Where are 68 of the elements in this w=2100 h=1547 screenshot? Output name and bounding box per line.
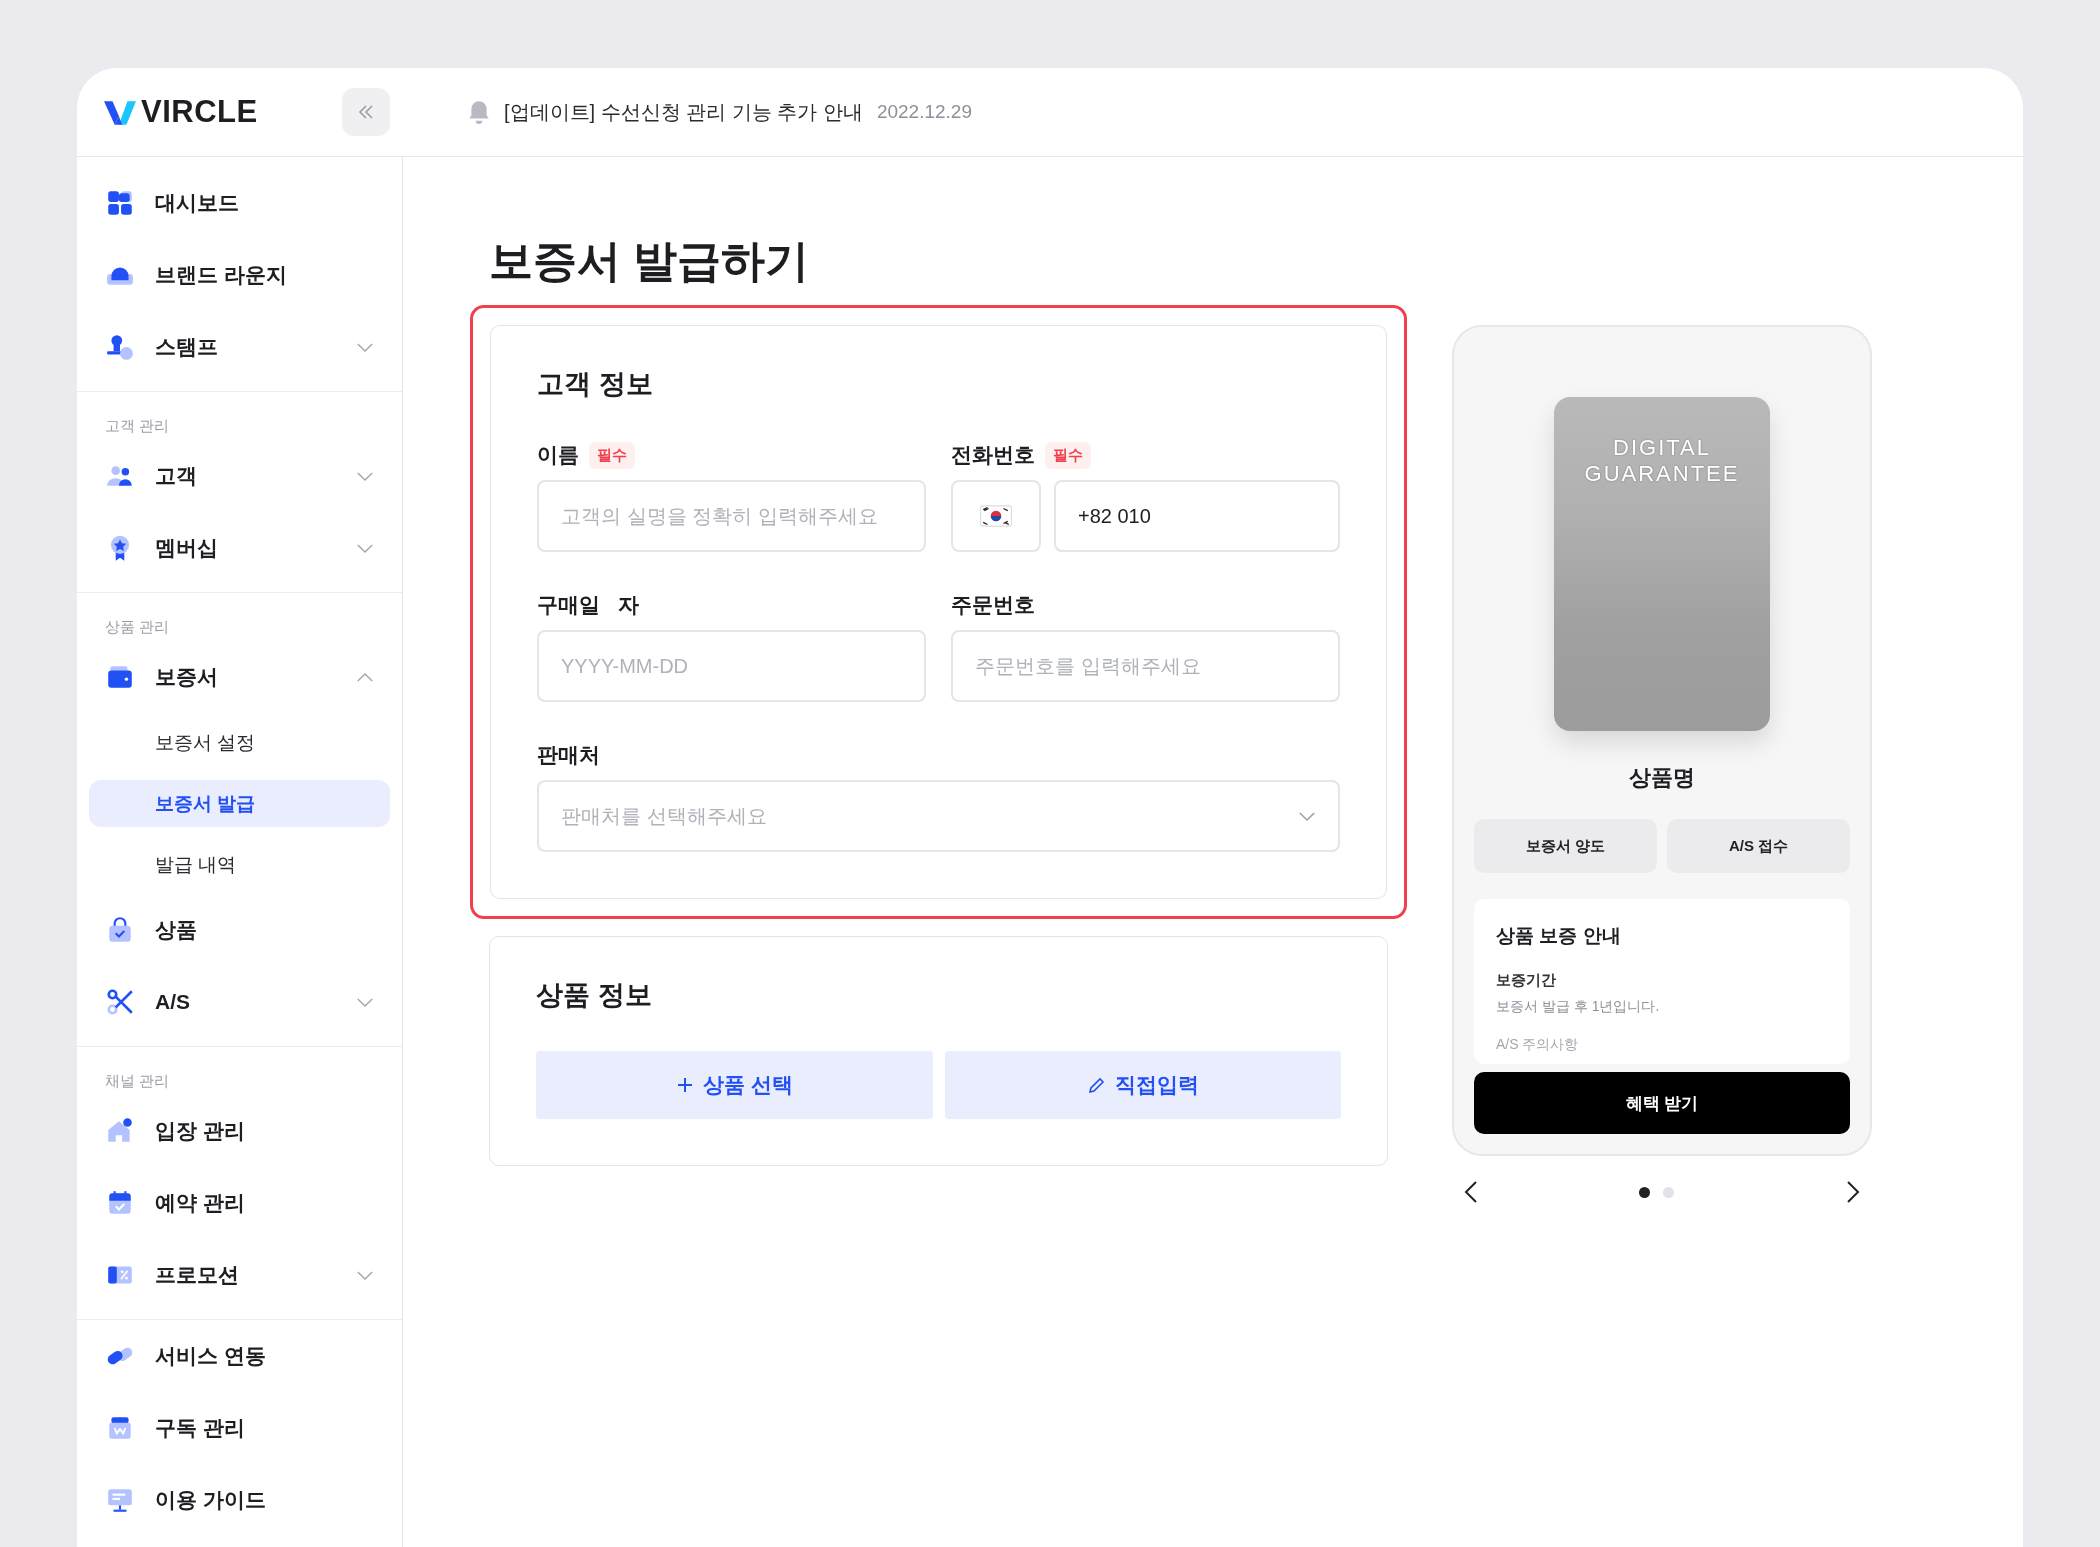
next-icon[interactable] (1846, 1180, 1860, 1204)
section-heading: 상품 관리 (104, 617, 171, 637)
field-label: 구매일 자 (537, 592, 639, 618)
sidebar-item[interactable]: 고객 (77, 440, 402, 512)
section-title: 상품 정보 (536, 979, 653, 1012)
field-label: 주문번호 (951, 592, 1035, 618)
field-label: 전화번호 (951, 442, 1035, 468)
chevron-up-icon[interactable] (356, 671, 374, 683)
sidebar-item[interactable]: 상품 (77, 894, 402, 966)
sidebar-item[interactable]: 프로모션 (77, 1239, 402, 1311)
sidebar-item[interactable]: 예약 관리 (77, 1167, 402, 1239)
info-heading: 보증기간 (1496, 971, 1557, 990)
previous-icon[interactable] (1464, 1180, 1478, 1204)
sidebar-item[interactable]: 브랜드 라운지 (77, 239, 402, 311)
section-heading: 고객 관리 (104, 416, 171, 436)
field-label: 이름 (537, 442, 579, 468)
manual-entry-button[interactable]: 직접입력 (944, 1051, 1341, 1119)
sidebar-item[interactable]: 서비스 연동 (77, 1320, 402, 1392)
sidebar-item[interactable]: 스탬프 (77, 311, 402, 383)
chevron-down-icon[interactable] (356, 470, 374, 482)
page-dot[interactable] (1638, 1186, 1650, 1198)
sidebar-item[interactable]: 멤버십 (77, 512, 402, 584)
info-text: 보증서 발급 후 1년입니다. (1496, 998, 1661, 1016)
product-name: 상품명 (1629, 764, 1695, 792)
country-button[interactable] (951, 480, 1041, 552)
chevron-down-icon[interactable] (356, 996, 374, 1008)
benefit-button[interactable]: 혜택 받기 (1474, 1072, 1850, 1134)
sidebar-item[interactable]: 이용 가이드 (77, 1464, 402, 1536)
sidebar-item[interactable]: 대시보드 (77, 167, 402, 239)
pencil-icon (1086, 1075, 1107, 1095)
bell-icon (466, 99, 492, 125)
phone-field[interactable]: +82 010 (1054, 480, 1340, 552)
flag-icon (980, 505, 1012, 527)
section-heading: 채널 관리 (104, 1071, 171, 1091)
logo-icon (104, 99, 136, 125)
notice-date: 2022.12.29 (876, 101, 972, 123)
chevron-down-icon[interactable] (356, 341, 374, 353)
info-title: 상품 보증 안내 (1496, 924, 1622, 948)
stamp-icon (105, 332, 135, 362)
section-title: 고객 정보 (537, 368, 654, 401)
select-product-button[interactable]: 상품 선택 (536, 1051, 933, 1119)
sidebar-subitem[interactable]: 보증서 발급 (89, 780, 390, 827)
chevron-down-icon[interactable] (356, 1269, 374, 1281)
chevron-down-icon[interactable] (356, 542, 374, 554)
sidebar-item[interactable]: 입장 관리 (77, 1095, 402, 1167)
scissors-icon (105, 987, 135, 1017)
action-button[interactable]: 보증서 양도 (1474, 819, 1657, 873)
logo-text: VIRCLE (141, 94, 258, 130)
page-title: 보증서 발급하기 (489, 235, 811, 287)
input-field[interactable]: 주문번호를 입력해주세요 (951, 630, 1340, 702)
input-field[interactable]: YYYY-MM-DD (537, 630, 926, 702)
sidebar-item[interactable]: 보증서 (77, 641, 402, 713)
input-field[interactable]: 고객의 실명을 정확히 입력해주세요 (537, 480, 926, 552)
collapse-button[interactable] (342, 88, 390, 136)
page-dot[interactable] (1662, 1186, 1674, 1198)
required-badge: 필수 (1045, 441, 1091, 469)
grid-icon (105, 188, 135, 218)
sidebar-subitem[interactable]: 보증서 설정 (89, 719, 390, 766)
action-button[interactable]: A/S 접수 (1667, 819, 1850, 873)
field-label: 판매처 (537, 742, 600, 768)
notice-text[interactable]: [업데이트] 수선신청 관리 기능 추가 안내 (504, 98, 863, 126)
sidebar-item[interactable]: A/S (77, 966, 402, 1038)
card-text: DIGITAL GUARANTEE (1583, 435, 1741, 487)
faded-heading: A/S 주의사항 (1496, 1036, 1580, 1054)
required-badge: 필수 (589, 441, 635, 469)
sidebar-item[interactable]: 구독 관리 (77, 1392, 402, 1464)
sidebar-subitem[interactable]: 발급 내역 (89, 841, 390, 888)
chevron-down-icon (1298, 810, 1316, 822)
